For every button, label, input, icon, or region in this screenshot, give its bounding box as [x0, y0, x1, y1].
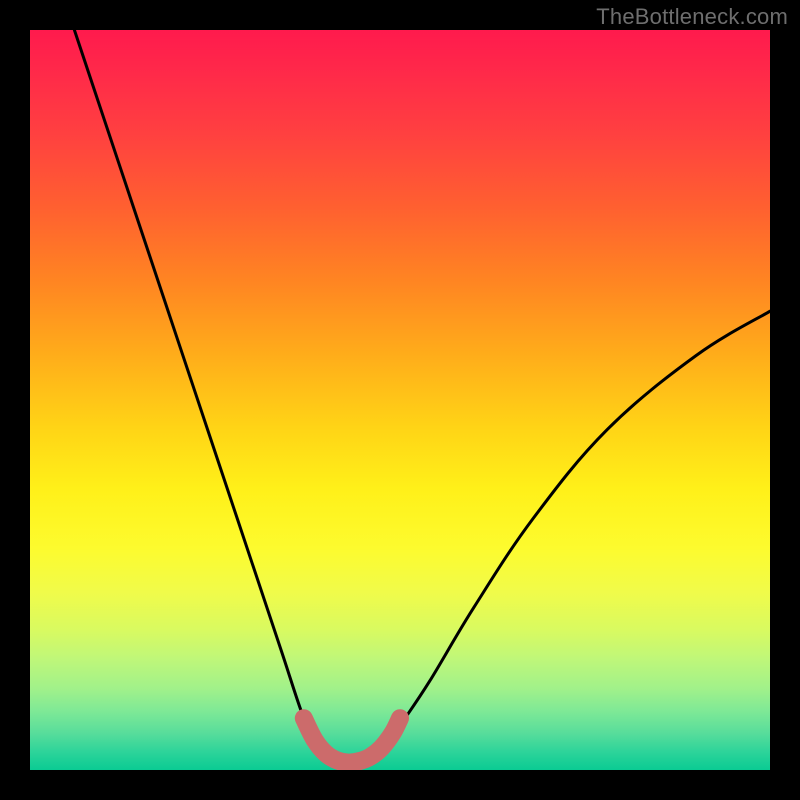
bottleneck-curve — [74, 30, 770, 766]
bottom-highlight — [304, 718, 400, 762]
chart-frame: TheBottleneck.com — [0, 0, 800, 800]
plot-area — [30, 30, 770, 770]
curve-layer — [30, 30, 770, 770]
watermark-label: TheBottleneck.com — [596, 4, 788, 30]
